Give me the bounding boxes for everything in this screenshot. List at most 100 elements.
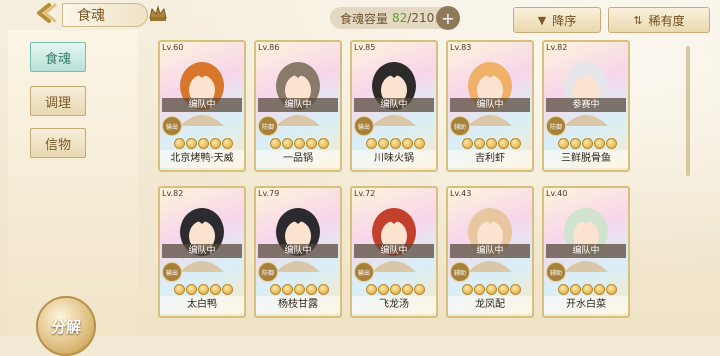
star-icon (510, 284, 521, 295)
star-icon (462, 138, 473, 149)
soul-card[interactable]: Lv.60 编队中 输出 北京烤鸭·天威 (158, 40, 246, 172)
star-rating (270, 284, 329, 295)
sort-order-button[interactable]: ▼ 降序 (513, 7, 601, 33)
soul-card[interactable]: Lv.82 参赛中 防御 三鲜脱骨鱼 (542, 40, 630, 172)
star-icon (306, 138, 317, 149)
star-icon (594, 138, 605, 149)
star-icon (498, 138, 509, 149)
star-icon (378, 284, 389, 295)
capacity-display: 食魂容量 82 /210 + (330, 6, 460, 30)
level-label: Lv.86 (258, 43, 280, 52)
back-button[interactable] (28, 0, 64, 26)
level-label: Lv.40 (546, 189, 568, 198)
star-icon (402, 138, 413, 149)
star-rating (270, 138, 329, 149)
star-icon (186, 138, 197, 149)
star-icon (390, 284, 401, 295)
tab-xinwu[interactable]: 信物 (30, 128, 86, 158)
star-icon (462, 284, 473, 295)
character-name: 杨枝甘露 (256, 296, 340, 314)
role-icon: 输出 (354, 116, 374, 136)
add-capacity-button[interactable]: + (436, 6, 460, 30)
star-icon (606, 284, 617, 295)
status-badge: 编队中 (162, 244, 242, 258)
star-rating (174, 138, 233, 149)
character-name: 吉利虾 (448, 150, 532, 168)
soul-card[interactable]: Lv.72 编队中 输出 飞龙汤 (350, 186, 438, 318)
tab-tiaoli[interactable]: 调理 (30, 86, 86, 116)
star-rating (174, 284, 233, 295)
star-icon (366, 284, 377, 295)
star-icon (402, 284, 413, 295)
star-icon (210, 284, 221, 295)
star-icon (510, 138, 521, 149)
star-rating (366, 284, 425, 295)
character-name: 川味火锅 (352, 150, 436, 168)
status-badge: 编队中 (258, 98, 338, 112)
star-icon (582, 284, 593, 295)
star-icon (570, 284, 581, 295)
star-icon (294, 284, 305, 295)
star-icon (222, 284, 233, 295)
soul-card[interactable]: Lv.43 编队中 辅助 龙凤配 (446, 186, 534, 318)
status-badge: 参赛中 (546, 98, 626, 112)
star-icon (174, 284, 185, 295)
decompose-button[interactable]: 分解 (36, 296, 96, 356)
star-icon (558, 138, 569, 149)
star-icon (486, 138, 497, 149)
character-name: 三鲜脱骨鱼 (544, 150, 628, 168)
star-icon (594, 284, 605, 295)
star-icon (282, 284, 293, 295)
sort-rarity-button[interactable]: ⇅ 稀有度 (608, 7, 710, 33)
star-icon (306, 284, 317, 295)
level-label: Lv.43 (450, 189, 472, 198)
role-icon: 防御 (258, 116, 278, 136)
status-badge: 编队中 (162, 98, 242, 112)
role-icon: 输出 (162, 262, 182, 282)
star-icon (474, 138, 485, 149)
star-rating (558, 284, 617, 295)
star-icon (270, 138, 281, 149)
sort-rarity-label: 稀有度 (648, 13, 685, 28)
scrollbar[interactable] (686, 46, 690, 176)
status-badge: 编队中 (258, 244, 338, 258)
star-icon (486, 284, 497, 295)
star-icon (474, 284, 485, 295)
star-icon (366, 138, 377, 149)
character-name: 一品锅 (256, 150, 340, 168)
tab-shihun[interactable]: 食魂 (30, 42, 86, 72)
decompose-label: 分解 (50, 317, 81, 336)
soul-card[interactable]: Lv.83 编队中 辅助 吉利虾 (446, 40, 534, 172)
tab-label: 调理 (44, 95, 71, 111)
role-icon: 防御 (258, 262, 278, 282)
star-rating (462, 284, 521, 295)
role-icon: 输出 (162, 116, 182, 136)
character-name: 太白鸭 (160, 296, 244, 314)
soul-card[interactable]: Lv.40 编队中 辅助 开水白菜 (542, 186, 630, 318)
level-label: Lv.79 (258, 189, 280, 198)
star-icon (582, 138, 593, 149)
star-icon (318, 284, 329, 295)
soul-card[interactable]: Lv.82 编队中输出太白鸭 (158, 186, 246, 318)
star-icon (198, 138, 209, 149)
level-label: Lv.82 (162, 189, 184, 198)
soul-card[interactable]: Lv.79 编队中防御杨枝甘露 (254, 186, 342, 318)
star-rating (462, 138, 521, 149)
star-icon (378, 138, 389, 149)
star-icon (498, 284, 509, 295)
soul-card[interactable]: Lv.86 编队中防御一品锅 (254, 40, 342, 172)
sort-order-label: 降序 (552, 13, 577, 28)
role-icon: 辅助 (450, 262, 470, 282)
crown-icon[interactable] (148, 4, 168, 22)
level-label: Lv.60 (162, 43, 184, 52)
star-icon (606, 138, 617, 149)
capacity-current: 82 (392, 11, 408, 25)
card-grid: Lv.60 编队中 输出 北京烤鸭·天威 Lv.86 编队中 防御 一品锅 Lv.85 编队中 输出… (158, 40, 688, 336)
star-icon (222, 138, 233, 149)
level-label: Lv.83 (450, 43, 472, 52)
status-badge: 编队中 (546, 244, 626, 258)
star-icon (174, 138, 185, 149)
status-badge: 编队中 (450, 98, 530, 112)
soul-card[interactable]: Lv.85 编队中 输出 川味火锅 (350, 40, 438, 172)
capacity-label: 食魂容量 (340, 11, 389, 26)
